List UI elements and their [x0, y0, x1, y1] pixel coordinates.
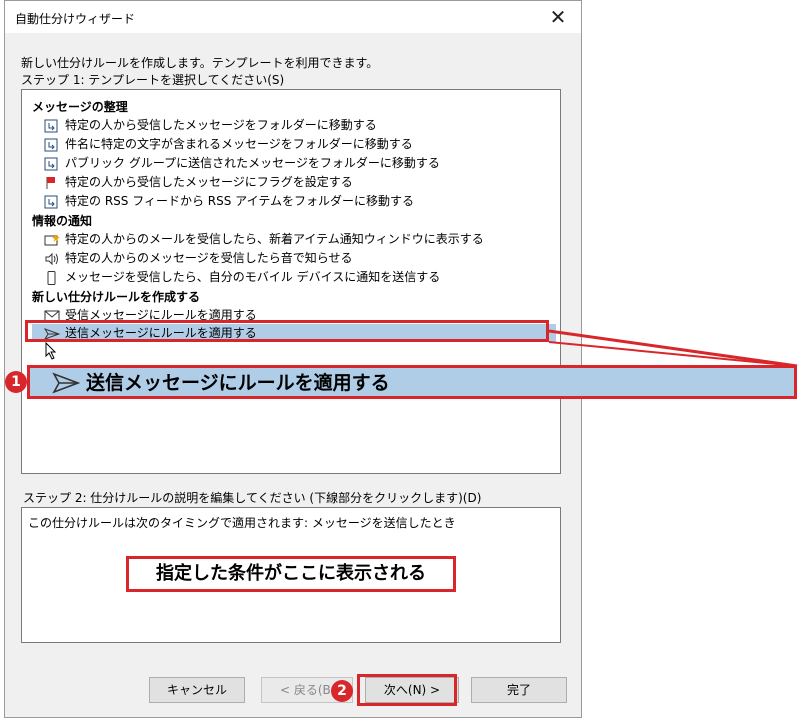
send-icon: [52, 372, 80, 394]
template-item-label: 特定の人からのメールを受信したら、新着アイテム通知ウィンドウに表示する: [65, 232, 484, 246]
template-item[interactable]: 特定の人から受信したメッセージをフォルダーに移動する: [44, 116, 377, 134]
next-button-highlight-box: [357, 674, 457, 706]
new-item-alert-icon: [44, 233, 60, 245]
template-item[interactable]: 特定の RSS フィードから RSS アイテムをフォルダーに移動する: [44, 192, 414, 210]
move-to-folder-icon: [44, 157, 58, 170]
flag-icon: [46, 176, 55, 189]
zoomed-selection-callout: 送信メッセージにルールを適用する: [27, 365, 797, 399]
zoomed-selection-label: 送信メッセージにルールを適用する: [86, 372, 390, 394]
template-item[interactable]: 特定の人からのメッセージを受信したら音で知らせる: [44, 249, 353, 267]
finish-button[interactable]: 完了: [471, 677, 567, 703]
mouse-cursor-icon: [45, 342, 57, 360]
group-header-new-rule: 新しい仕分けルールを作成する: [32, 290, 201, 304]
template-item[interactable]: パブリック グループに送信されたメッセージをフォルダーに移動する: [44, 154, 440, 172]
rule-description-text: この仕分けルールは次のタイミングで適用されます: メッセージを送信したとき: [28, 516, 456, 530]
move-to-folder-icon: [44, 119, 58, 132]
template-item-label: 特定の RSS フィードから RSS アイテムをフォルダーに移動する: [65, 194, 414, 208]
template-item-label: 特定の人から受信したメッセージにフラグを設定する: [65, 175, 353, 189]
template-item[interactable]: 件名に特定の文字が含まれるメッセージをフォルダーに移動する: [44, 135, 413, 153]
step-badge-2: 2: [331, 680, 353, 702]
rule-description-box[interactable]: この仕分けルールは次のタイミングで適用されます: メッセージを送信したとき 指定…: [21, 507, 561, 643]
step1-label: ステップ 1: テンプレートを選択してください(S): [21, 73, 285, 87]
group-header-organize: メッセージの整理: [32, 100, 128, 114]
step2-label: ステップ 2: 仕分けルールの説明を編集してください (下線部分をクリックします…: [23, 491, 482, 505]
rules-wizard-dialog: 自動仕分けウィザード ✕ 新しい仕分けルールを作成します。テンプレートを利用でき…: [4, 0, 582, 718]
template-item-label: 件名に特定の文字が含まれるメッセージをフォルダーに移動する: [65, 137, 413, 151]
template-item[interactable]: 特定の人から受信したメッセージにフラグを設定する: [44, 173, 353, 191]
template-item-label: パブリック グループに送信されたメッセージをフォルダーに移動する: [65, 156, 440, 170]
window-title: 自動仕分けウィザード: [15, 12, 136, 26]
move-to-folder-icon: [44, 195, 58, 208]
template-listbox[interactable]: メッセージの整理 特定の人から受信したメッセージをフォルダーに移動する 件名に特…: [21, 89, 561, 474]
step-badge-1: 1: [5, 371, 27, 393]
cancel-button[interactable]: キャンセル: [149, 677, 245, 703]
close-button[interactable]: ✕: [535, 1, 581, 33]
sound-icon: [45, 252, 58, 265]
group-header-notify: 情報の通知: [32, 214, 93, 228]
intro-text: 新しい仕分けルールを作成します。テンプレートを利用できます。: [21, 56, 379, 70]
template-item[interactable]: メッセージを受信したら、自分のモバイル デバイスに通知を送信する: [44, 268, 440, 286]
condition-callout: 指定した条件がここに表示される: [126, 556, 456, 592]
mobile-device-icon: [47, 270, 56, 285]
template-item-label: 特定の人からのメッセージを受信したら音で知らせる: [65, 251, 353, 265]
template-item-label: 特定の人から受信したメッセージをフォルダーに移動する: [65, 118, 377, 132]
move-to-folder-icon: [44, 138, 58, 151]
title-bar: 自動仕分けウィザード ✕: [5, 1, 581, 33]
template-item[interactable]: 特定の人からのメールを受信したら、新着アイテム通知ウィンドウに表示する: [44, 230, 484, 248]
selection-highlight-box: [25, 320, 549, 342]
template-item-label: メッセージを受信したら、自分のモバイル デバイスに通知を送信する: [65, 270, 441, 284]
